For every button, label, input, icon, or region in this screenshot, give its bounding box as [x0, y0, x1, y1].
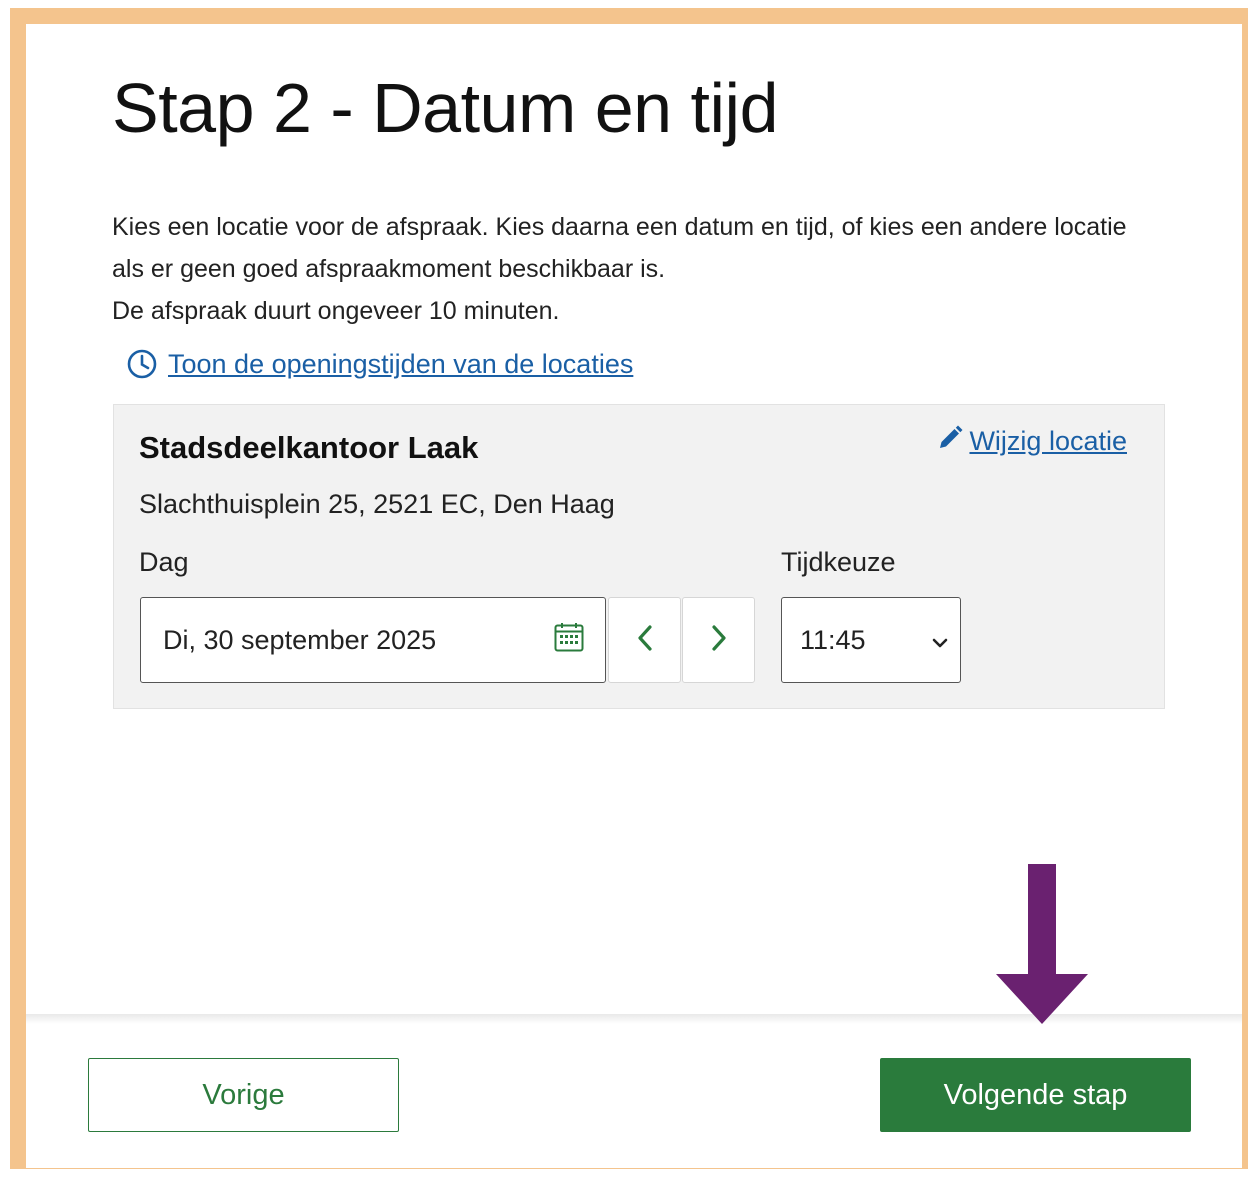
previous-button[interactable]: Vorige — [88, 1058, 399, 1132]
intro-duration: De afspraak duurt ongeveer 10 minuten. — [112, 297, 560, 325]
calendar-icon[interactable] — [553, 621, 585, 660]
chevron-left-icon — [636, 624, 654, 657]
change-location-link[interactable]: Wijzig locatie — [937, 425, 1127, 458]
date-field[interactable]: Di, 30 september 2025 — [140, 597, 606, 683]
page-title: Stap 2 - Datum en tijd — [112, 69, 779, 147]
intro-instructions: Kies een locatie voor de afspraak. Kies … — [112, 213, 1127, 283]
location-address: Slachthuisplein 25, 2521 EC, Den Haag — [139, 489, 615, 519]
down-arrow-icon — [996, 864, 1088, 1031]
location-name: Stadsdeelkantoor Laak — [139, 430, 479, 465]
date-value: Di, 30 september 2025 — [163, 624, 437, 655]
time-value: 11:45 — [800, 624, 866, 655]
next-day-button[interactable] — [682, 597, 755, 683]
chevron-right-icon — [710, 624, 728, 657]
time-select[interactable]: 11:45 — [781, 597, 961, 683]
intro-text: Kies een locatie voor de afspraak. Kies … — [112, 206, 1132, 332]
opening-hours-link-label[interactable]: Toon de openingstijden van de locaties — [168, 349, 633, 380]
previous-day-button[interactable] — [608, 597, 681, 683]
change-location-label[interactable]: Wijzig locatie — [969, 426, 1127, 457]
chevron-down-icon — [932, 625, 948, 656]
opening-hours-link[interactable]: Toon de openingstijden van de locaties — [126, 348, 633, 380]
clock-icon — [126, 348, 158, 380]
time-label: Tijdkeuze — [781, 547, 896, 577]
next-step-button[interactable]: Volgende stap — [880, 1058, 1191, 1132]
day-label: Dag — [139, 547, 189, 577]
location-card: Stadsdeelkantoor Laak Wijzig locatie Sla… — [113, 404, 1165, 709]
pencil-icon — [937, 425, 963, 458]
appointment-page: Stap 2 - Datum en tijd Kies een locatie … — [26, 24, 1242, 1168]
